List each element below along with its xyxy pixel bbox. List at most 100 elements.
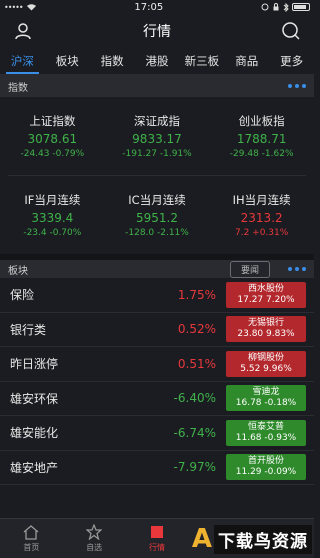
header: 行情 — [0, 14, 314, 48]
leading-stock[interactable]: 雪迪龙 16.78 -0.18% — [226, 385, 306, 412]
table-row[interactable]: 银行类 0.52% 无锡银行 23.80 9.83% — [0, 313, 314, 347]
market-tabs: 沪深 板块 指数 港股 新三板 商品 更多 — [0, 48, 314, 75]
more-icon[interactable] — [288, 267, 306, 271]
index-change: -24.43 -0.79% — [20, 149, 85, 159]
stock-name: 无锡银行 — [247, 318, 284, 329]
table-row[interactable]: 雄安环保 -6.40% 雪迪龙 16.78 -0.18% — [0, 382, 314, 416]
index-grid: 上证指数 3078.61 -24.43 -0.79% 深证成指 9833.17 … — [0, 97, 314, 254]
index-change: -29.48 -1.62% — [229, 149, 294, 159]
sector-change: -6.74% — [173, 425, 216, 440]
index-name: IF当月连续 — [24, 193, 81, 207]
tab-zhishu[interactable]: 指数 — [90, 48, 135, 74]
index-value: 9833.17 — [132, 132, 182, 146]
index-card[interactable]: IC当月连续 5951.2 -128.0 -2.11% — [105, 176, 210, 254]
tab-shangpin[interactable]: 商品 — [224, 48, 269, 74]
star-icon — [85, 524, 103, 540]
index-section-title: 指数 — [8, 82, 28, 94]
index-card[interactable]: IF当月连续 3339.4 -23.4 -0.70% — [0, 176, 105, 254]
more-icon[interactable] — [288, 84, 306, 88]
watermark-logo-icon: A — [191, 524, 212, 554]
battery-icon — [291, 3, 310, 11]
alarm-icon — [261, 3, 269, 11]
wifi-icon — [26, 4, 36, 11]
index-name: IC当月连续 — [128, 193, 186, 207]
index-name: 上证指数 — [29, 114, 76, 128]
table-row[interactable]: 保险 1.75% 西水股份 17.27 7.20% — [0, 278, 314, 313]
index-change: -128.0 -2.11% — [125, 228, 189, 238]
index-value: 2313.2 — [240, 211, 283, 225]
index-change: -23.4 -0.70% — [23, 228, 82, 238]
sector-change: -7.97% — [173, 460, 216, 475]
sector-section-header: 板块 要闻 — [0, 254, 314, 278]
leading-stock[interactable]: 无锡银行 23.80 9.83% — [226, 316, 306, 343]
stock-info: 16.78 -0.18% — [235, 398, 297, 409]
index-name: IH当月连续 — [232, 193, 291, 207]
leading-stock[interactable]: 柳钢股份 5.52 9.96% — [226, 350, 306, 377]
sector-change: -6.40% — [173, 391, 216, 406]
sector-section-title: 板块 — [8, 265, 28, 277]
index-value: 3078.61 — [27, 132, 78, 146]
stock-info: 11.68 -0.93% — [235, 432, 297, 443]
tab-ganggu[interactable]: 港股 — [135, 48, 180, 74]
stock-info: 5.52 9.96% — [240, 363, 292, 374]
sector-change: 0.52% — [177, 322, 216, 337]
index-name: 深证成指 — [133, 114, 180, 128]
leading-stock[interactable]: 首开股份 11.29 -0.09% — [226, 454, 306, 481]
signal-icon: ••••• — [4, 2, 24, 12]
table-row[interactable]: 昨日涨停 0.51% 柳钢股份 5.52 9.96% — [0, 347, 314, 382]
tab-xinsanban[interactable]: 新三板 — [179, 48, 224, 74]
sector-name: 银行类 — [10, 322, 47, 337]
index-change: -191.27 -1.91% — [122, 149, 192, 159]
stock-info: 11.29 -0.09% — [235, 467, 297, 478]
stock-info: 17.27 7.20% — [237, 294, 295, 305]
tab-hushen[interactable]: 沪深 — [0, 48, 45, 74]
index-card[interactable]: 创业板指 1788.71 -29.48 -1.62% — [209, 97, 314, 175]
index-value: 5951.2 — [135, 211, 178, 225]
sector-list: 保险 1.75% 西水股份 17.27 7.20% 银行类 0.52% 无锡银行… — [0, 278, 314, 485]
tabbar-label: 首页 — [23, 543, 40, 552]
table-row[interactable]: 雄安能化 -6.74% 恒泰艾普 11.68 -0.93% — [0, 416, 314, 451]
stock-name: 西水股份 — [247, 283, 284, 294]
status-bar: ••••• 17:05 — [0, 0, 314, 14]
index-value: 1788.71 — [236, 132, 287, 146]
index-card[interactable]: 上证指数 3078.61 -24.43 -0.79% — [0, 97, 105, 175]
tabbar-label: 自选 — [86, 543, 103, 552]
sector-name: 昨日涨停 — [10, 357, 59, 372]
leading-stock[interactable]: 西水股份 17.27 7.20% — [226, 281, 306, 308]
leading-stock[interactable]: 恒泰艾普 11.68 -0.93% — [226, 419, 306, 446]
sector-name: 雄安能化 — [10, 426, 59, 441]
page-title: 行情 — [143, 24, 171, 40]
sector-change: 0.51% — [177, 356, 216, 371]
home-icon — [22, 524, 40, 540]
watermark-text: 下载鸟资源 — [214, 524, 312, 554]
search-button[interactable] — [280, 20, 302, 42]
stock-name: 雪迪龙 — [252, 387, 280, 398]
sector-change: 1.75% — [177, 287, 216, 302]
lock-rotation-icon — [273, 3, 279, 11]
news-button[interactable]: 要闻 — [229, 260, 270, 278]
table-row[interactable]: 雄安地产 -7.97% 首开股份 11.29 -0.09% — [0, 451, 314, 485]
watermark: A 下载鸟资源 — [162, 522, 312, 556]
profile-button[interactable] — [12, 20, 34, 42]
index-value: 3339.4 — [31, 211, 74, 225]
search-icon — [282, 22, 300, 40]
user-icon — [15, 23, 31, 40]
tab-bankuai[interactable]: 板块 — [45, 48, 90, 74]
stock-name: 柳钢股份 — [247, 352, 284, 363]
sector-name: 保险 — [10, 288, 35, 303]
sector-name: 雄安环保 — [10, 391, 59, 406]
stock-name: 首开股份 — [247, 456, 284, 467]
bluetooth-icon — [283, 2, 289, 12]
index-change: 7.2 +0.31% — [235, 228, 289, 238]
index-section-header: 指数 — [0, 75, 314, 97]
stock-info: 23.80 9.83% — [237, 329, 295, 340]
tabbar-home[interactable]: 首页 — [0, 519, 63, 558]
sector-name: 雄安地产 — [10, 460, 59, 475]
stock-name: 恒泰艾普 — [247, 421, 284, 432]
tab-gengduo[interactable]: 更多 — [269, 48, 314, 74]
index-card[interactable]: 深证成指 9833.17 -191.27 -1.91% — [105, 97, 210, 175]
tabbar-watchlist[interactable]: 自选 — [63, 519, 126, 558]
status-time: 17:05 — [134, 1, 164, 13]
index-card[interactable]: IH当月连续 2313.2 7.2 +0.31% — [209, 176, 314, 254]
index-name: 创业板指 — [238, 114, 285, 128]
